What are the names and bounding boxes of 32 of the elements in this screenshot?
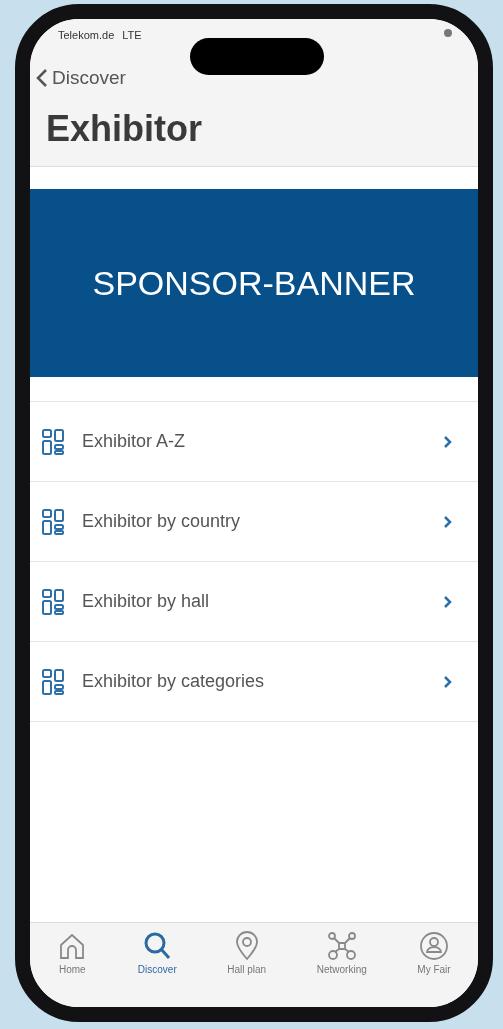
grid-icon bbox=[42, 508, 64, 535]
network-type: LTE bbox=[122, 29, 142, 41]
user-icon bbox=[419, 931, 449, 961]
sponsor-banner[interactable]: SPONSOR-BANNER bbox=[30, 189, 478, 377]
chevron-right-icon bbox=[443, 674, 452, 689]
chevron-right-icon bbox=[443, 434, 452, 449]
carrier-name: Telekom.de bbox=[58, 29, 115, 41]
menu-item-label: Exhibitor A-Z bbox=[82, 431, 187, 452]
menu-item-label: Exhibitor by categories bbox=[82, 671, 266, 692]
menu-item[interactable]: Exhibitor by hall bbox=[30, 562, 478, 642]
menu-item-label: Exhibitor by hall bbox=[82, 591, 211, 612]
menu-item[interactable]: Exhibitor A-Z bbox=[30, 402, 478, 482]
grid-icon bbox=[42, 668, 64, 695]
chevron-left-icon bbox=[36, 67, 48, 88]
menu-item-label: Exhibitor by country bbox=[82, 511, 242, 532]
tab-item[interactable]: Home bbox=[57, 923, 88, 993]
search-icon bbox=[142, 931, 173, 961]
banner-text: SPONSOR-BANNER bbox=[92, 263, 416, 303]
chevron-right-icon bbox=[443, 514, 452, 529]
tab-item[interactable]: Discover bbox=[137, 923, 177, 993]
tab-item[interactable]: Networking bbox=[316, 923, 367, 993]
back-button[interactable]: Discover bbox=[36, 66, 126, 89]
network-icon bbox=[326, 931, 357, 961]
menu-item[interactable]: Exhibitor by country bbox=[30, 482, 478, 562]
status-icon bbox=[444, 29, 452, 37]
page-title: Exhibitor bbox=[30, 96, 478, 167]
menu-item[interactable]: Exhibitor by categories bbox=[30, 642, 478, 722]
grid-icon bbox=[42, 428, 64, 455]
grid-icon bbox=[42, 588, 64, 615]
chevron-right-icon bbox=[443, 594, 452, 609]
tab-item[interactable]: Hall plan bbox=[227, 923, 267, 993]
tab-item[interactable]: My Fair bbox=[417, 923, 451, 993]
